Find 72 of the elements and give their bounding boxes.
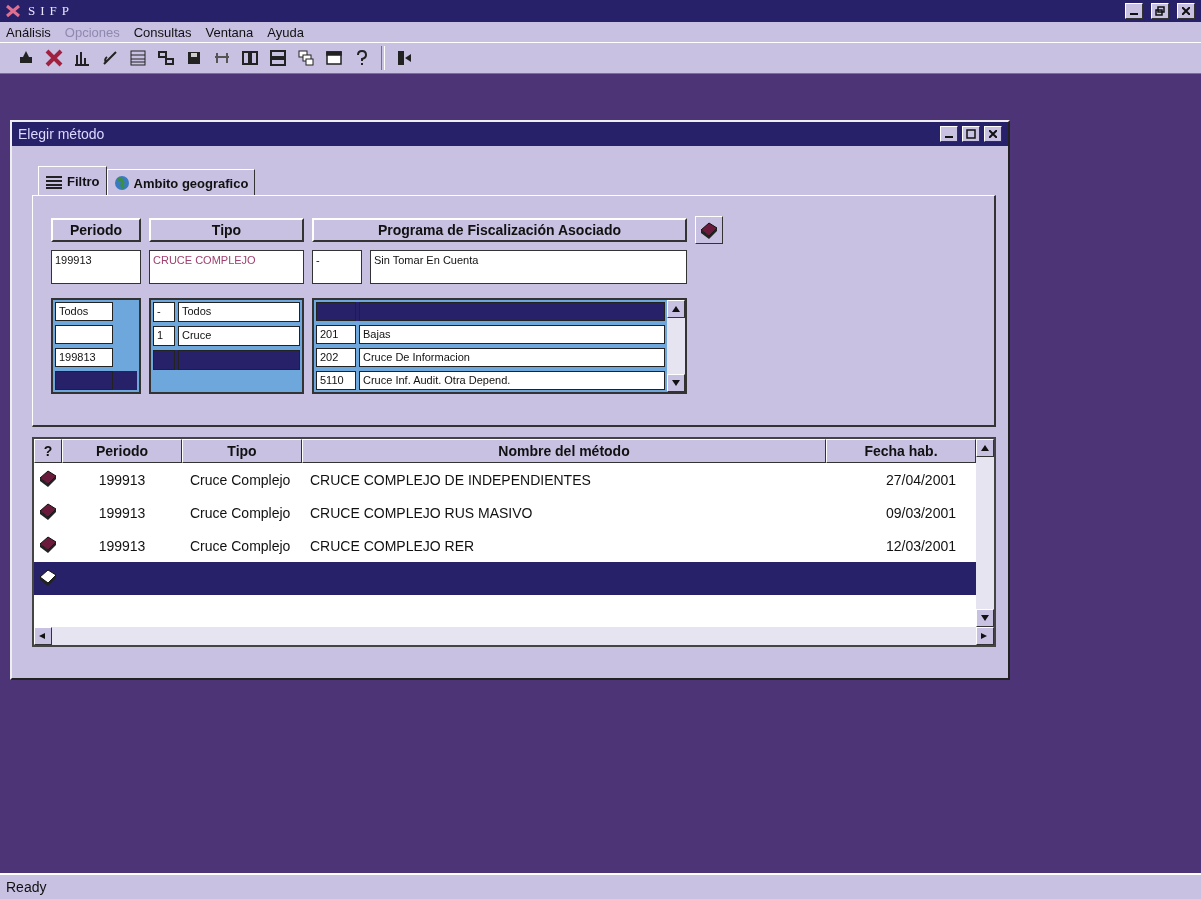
close-button[interactable] <box>984 126 1002 142</box>
maximize-button[interactable] <box>962 126 980 142</box>
book-icon <box>699 220 719 240</box>
link-icon <box>157 49 175 67</box>
tab[interactable]: Filtro <box>38 166 107 195</box>
cascade-icon <box>297 49 315 67</box>
table-cell-text: 199913 <box>97 504 147 521</box>
vertical-scrollbar[interactable] <box>976 439 994 627</box>
up-arrow-icon <box>672 306 680 312</box>
close-icon <box>989 130 997 138</box>
save-icon <box>185 49 203 67</box>
table-cell-text: CRUCE COMPLEJO DE INDEPENDIENTES <box>309 471 592 488</box>
table-cell-text: 199913 <box>97 471 147 488</box>
down-arrow-icon <box>981 615 989 621</box>
column-header[interactable]: Periodo <box>62 439 182 463</box>
tab[interactable]: Ambito geografico <box>106 169 256 195</box>
table-cell-text: 199913 <box>97 537 147 554</box>
table-cell-text: CRUCE COMPLEJO RER <box>309 537 476 554</box>
app-logo-icon <box>6 4 20 18</box>
window-icon <box>325 49 343 67</box>
table-cell-text: 27/04/2001 <box>884 471 957 488</box>
vertical-scrollbar[interactable] <box>667 300 685 392</box>
column-header[interactable]: Fecha hab. <box>826 439 976 463</box>
program-name-field[interactable]: Sin Tomar En Cuenta <box>370 250 687 284</box>
column-header[interactable]: Tipo <box>182 439 302 463</box>
up-arrow-icon <box>981 445 989 451</box>
maximize-icon <box>966 129 976 139</box>
column-header[interactable]: ? <box>34 439 62 463</box>
minimize-button[interactable] <box>940 126 958 142</box>
right-arrow-icon <box>981 633 989 639</box>
close-icon <box>45 49 63 67</box>
down-arrow-icon <box>672 380 680 386</box>
book-icon <box>38 534 58 554</box>
menu-item[interactable]: Consultas <box>133 24 192 40</box>
menu-item[interactable]: Ayuda <box>267 24 304 40</box>
table-cell-text: CRUCE COMPLEJO RUS MASIVO <box>309 504 534 521</box>
rows-icon <box>269 49 287 67</box>
book-icon <box>38 567 58 587</box>
restore-button[interactable] <box>1151 3 1169 19</box>
program-button[interactable] <box>695 216 723 244</box>
column-header[interactable]: Tipo <box>149 218 304 242</box>
grid-icon <box>129 49 147 67</box>
app-title: SIFP <box>28 3 75 19</box>
book-icon <box>38 468 58 488</box>
horizontal-scrollbar[interactable] <box>34 627 994 645</box>
pen-icon <box>101 49 119 67</box>
table-cell-text: 12/03/2001 <box>884 537 957 554</box>
periodo-field[interactable]: 199913 <box>51 250 141 284</box>
table-cell-text: Cruce Complejo <box>189 471 292 488</box>
table-icon <box>45 174 63 189</box>
table-cell-text: 09/03/2001 <box>884 504 957 521</box>
table-cell-text: Cruce Complejo <box>189 537 292 554</box>
column-header[interactable]: Programa de Fiscalización Asociado <box>312 218 687 242</box>
column-header[interactable]: Nombre del método <box>302 439 826 463</box>
close-button[interactable] <box>1177 3 1195 19</box>
close-icon <box>1182 7 1190 15</box>
left-arrow-icon <box>39 633 47 639</box>
minimize-button[interactable] <box>1125 3 1143 19</box>
exit-icon <box>395 49 413 67</box>
book-icon <box>38 501 58 521</box>
chart-icon <box>73 49 91 67</box>
status-text: Ready <box>6 879 47 895</box>
restore-icon <box>1155 6 1165 16</box>
program-code-field[interactable]: - <box>312 250 362 284</box>
table-cell-text: Cruce Complejo <box>189 504 292 521</box>
column-header[interactable]: Periodo <box>51 218 141 242</box>
child-window-title: Elegir método <box>18 126 105 142</box>
columns-icon <box>241 49 259 67</box>
menu-item[interactable]: Análisis <box>6 24 51 40</box>
menu-item[interactable]: Ventana <box>205 24 254 40</box>
globe-icon <box>113 175 130 191</box>
tipo-field[interactable]: CRUCE COMPLEJO <box>149 250 304 284</box>
